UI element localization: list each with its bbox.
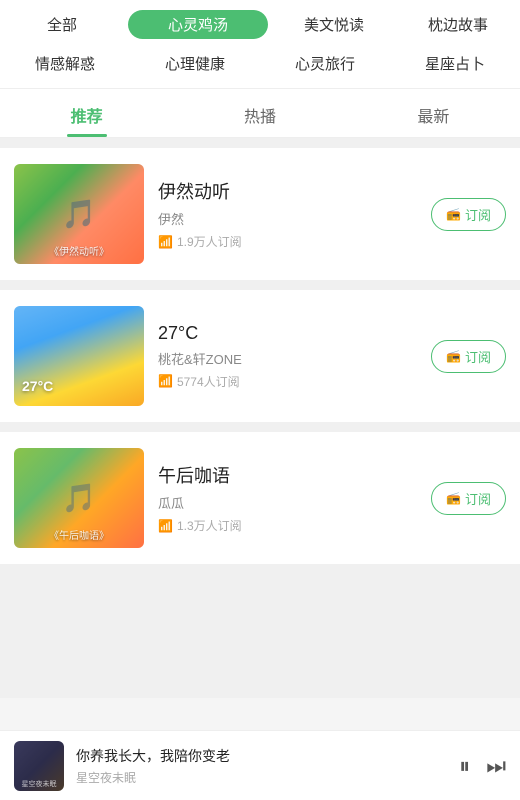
thumb-decoration-1: 🎵 [62, 198, 97, 231]
podcast-title-2: 27°C [158, 323, 417, 344]
tab-latest[interactable]: 最新 [347, 89, 520, 137]
bell-icon-1: 📻 [446, 207, 461, 221]
subscribe-label-2: 订阅 [465, 347, 491, 366]
thumb-decoration-3: 🎵 [62, 482, 97, 515]
pause-button[interactable]: ⏸ [459, 753, 470, 779]
bottom-player: 星空夜未眠 你养我长大，我陪你变老 星空夜未眠 ⏸ ⏭ [0, 730, 520, 800]
podcast-author-3: 瓜瓜 [158, 493, 417, 512]
thumb-label-3: 《午后咖语》 [18, 527, 140, 542]
cat-all[interactable]: 全部 [0, 10, 124, 39]
cat-soul-soup[interactable]: 心灵鸡汤 [128, 10, 268, 39]
cat-emotion[interactable]: 情感解惑 [0, 49, 130, 78]
player-song-title: 你养我长大，我陪你变老 [76, 746, 447, 766]
podcast-card-3: 🎵 《午后咖语》 午后咖语 瓜瓜 📶 1.3万人订阅 📻 订阅 [0, 432, 520, 564]
podcast-subs-2: 📶 5774人订阅 [158, 373, 417, 390]
bell-icon-2: 📻 [446, 349, 461, 363]
cat-prose[interactable]: 美文悦读 [272, 10, 396, 39]
subs-count-1: 1.9万人订阅 [177, 233, 242, 250]
next-button[interactable]: ⏭ [486, 753, 506, 779]
player-thumb-label: 星空夜未眠 [16, 779, 62, 789]
podcast-author-1: 伊然 [158, 209, 417, 228]
tab-recommend[interactable]: 推荐 [0, 89, 173, 137]
podcast-info-1: 伊然动听 伊然 📶 1.9万人订阅 [158, 178, 417, 250]
cat-travel[interactable]: 心灵旅行 [260, 49, 390, 78]
player-podcast-name: 星空夜未眠 [76, 769, 447, 786]
content-area: 🎵 《伊然动听》 伊然动听 伊然 📶 1.9万人订阅 📻 订阅 27°C 27°… [0, 138, 520, 698]
category-row-2: 情感解惑 心理健康 心灵旅行 星座占卜 [0, 45, 520, 89]
podcast-thumbnail-2[interactable]: 27°C [14, 306, 144, 406]
next-icon: ⏭ [486, 753, 506, 779]
subscribe-button-1[interactable]: 📻 订阅 [431, 198, 506, 231]
subscribe-button-2[interactable]: 📻 订阅 [431, 340, 506, 373]
cat-mental[interactable]: 心理健康 [130, 49, 260, 78]
podcast-author-2: 桃花&轩ZONE [158, 349, 417, 368]
podcast-card-1: 🎵 《伊然动听》 伊然动听 伊然 📶 1.9万人订阅 📻 订阅 [0, 148, 520, 280]
subs-count-2: 5774人订阅 [177, 373, 240, 390]
podcast-info-3: 午后咖语 瓜瓜 📶 1.3万人订阅 [158, 462, 417, 534]
player-controls: ⏸ ⏭ [459, 753, 506, 779]
wifi-icon-1: 📶 [158, 235, 173, 249]
podcast-thumbnail-1[interactable]: 🎵 《伊然动听》 [14, 164, 144, 264]
subscribe-button-3[interactable]: 📻 订阅 [431, 482, 506, 515]
wifi-icon-2: 📶 [158, 374, 173, 388]
podcast-subs-1: 📶 1.9万人订阅 [158, 233, 417, 250]
thumb-label-1: 《伊然动听》 [18, 243, 140, 258]
podcast-card-2: 27°C 27°C 桃花&轩ZONE 📶 5774人订阅 📻 订阅 [0, 290, 520, 422]
subs-count-3: 1.3万人订阅 [177, 517, 242, 534]
main-tab-bar: 推荐 热播 最新 [0, 89, 520, 138]
category-row-1: 全部 心灵鸡汤 美文悦读 枕边故事 [0, 0, 520, 45]
subscribe-label-3: 订阅 [465, 489, 491, 508]
cat-bedtime[interactable]: 枕边故事 [396, 10, 520, 39]
tab-trending[interactable]: 热播 [173, 89, 346, 137]
cat-horoscope[interactable]: 星座占卜 [390, 49, 520, 78]
wifi-icon-3: 📶 [158, 519, 173, 533]
podcast-title-3: 午后咖语 [158, 462, 417, 488]
bell-icon-3: 📻 [446, 491, 461, 505]
podcast-subs-3: 📶 1.3万人订阅 [158, 517, 417, 534]
subscribe-label-1: 订阅 [465, 205, 491, 224]
player-info: 你养我长大，我陪你变老 星空夜未眠 [76, 746, 447, 786]
pause-icon: ⏸ [459, 753, 470, 779]
thumb-temp-2: 27°C [22, 378, 53, 394]
podcast-title-1: 伊然动听 [158, 178, 417, 204]
podcast-thumbnail-3[interactable]: 🎵 《午后咖语》 [14, 448, 144, 548]
player-thumbnail[interactable]: 星空夜未眠 [14, 741, 64, 791]
podcast-info-2: 27°C 桃花&轩ZONE 📶 5774人订阅 [158, 323, 417, 390]
